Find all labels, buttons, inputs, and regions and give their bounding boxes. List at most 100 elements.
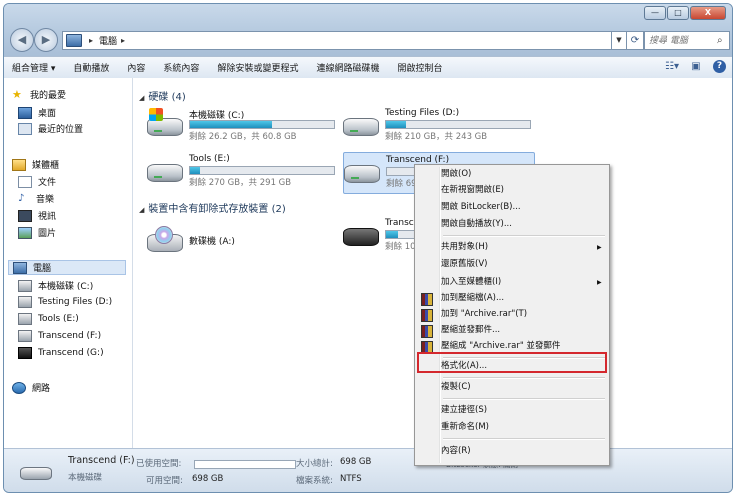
menu-item-rename[interactable]: 重新命名(M) [441,420,489,435]
collapse-arrow-icon[interactable]: ◢ [139,206,144,214]
forward-button[interactable]: ▶ [34,28,58,52]
menu-item-label: 壓縮成 "Archive.rar" 並發郵件 [441,341,561,351]
sidebar-item-recent[interactable]: 最近的位置 [18,122,83,135]
menu-item-restore-versions[interactable]: 還原舊版(V) [441,257,487,272]
menu-item-add-archive-rar[interactable]: 加到 "Archive.rar"(T) [441,307,527,322]
maximize-button[interactable]: □ [667,6,689,20]
search-icon[interactable]: ⌕ [717,35,723,46]
sidebar-item-drive-d[interactable]: Testing Files (D:) [18,296,112,308]
sidebar-item-label: 媒體櫃 [32,161,60,171]
sidebar-item-drive-f[interactable]: Transcend (F:) [18,330,101,342]
menu-item-label: 建立捷徑(S) [441,405,488,415]
view-options-icon[interactable]: ☷▾ [665,60,679,73]
menu-item-label: 開啟(O) [441,169,472,179]
sidebar-item-documents[interactable]: 文件 [18,175,56,188]
group-header-removable[interactable]: ◢ 裝置中含有卸除式存放裝置 (2) [139,200,286,215]
windows-logo-icon [149,108,163,121]
music-icon: ♪ [18,192,25,204]
sidebar-item-drive-g[interactable]: Transcend (G:) [18,347,104,359]
computer-icon [66,34,82,47]
menu-item-copy[interactable]: 複製(C) [441,380,471,395]
breadcrumb-arrow-icon[interactable]: ▸ [121,36,125,45]
sidebar-item-label: Testing Files (D:) [38,297,113,307]
window-chrome: — □ X ◀ ▶ ▸ 電腦 ▸ ▼ ⟳ ⌕ [4,4,732,56]
breadcrumb-computer[interactable]: 電腦 [99,34,117,47]
drive-e[interactable]: Tools (E:) 剩餘 270 GB，共 291 GB [147,154,337,194]
toolbar-right: ☷▾ ▣ ? [665,60,726,73]
menu-item-compress-email[interactable]: 壓縮並發郵件... [441,323,500,338]
menu-item-bitlocker[interactable]: 開啟 BitLocker(B)... [441,200,521,215]
menu-item-add-archive[interactable]: 加到壓縮檔(A)... [441,291,504,306]
preview-pane-icon[interactable]: ▣ [689,60,703,73]
usb-drive-icon [18,347,32,359]
search-input[interactable] [645,34,717,47]
group-header-hard-disks[interactable]: ◢ 硬碟 (4) [139,88,186,103]
minimize-button[interactable]: — [644,6,666,20]
drive-icon [18,296,32,308]
status-total-label: 大小總計: [296,459,333,469]
menu-item-create-shortcut[interactable]: 建立捷徑(S) [441,403,487,418]
dvd-drive-a[interactable]: 數碟機 (A:) [147,224,337,258]
sidebar-item-label: 我的最愛 [30,91,67,101]
help-icon[interactable]: ? [713,60,726,73]
close-button[interactable]: X [690,6,726,20]
sidebar-item-label: Transcend (G:) [38,348,104,358]
menu-item-open-new-window[interactable]: 在新視窗開啟(E) [441,183,504,198]
sidebar-item-network[interactable]: 網路 [12,381,50,394]
collapse-arrow-icon[interactable]: ◢ [139,94,144,102]
winrar-icon [421,293,433,306]
menu-item-autoplay[interactable]: 開啟自動播放(Y)... [441,217,512,232]
drive-icon [344,165,380,183]
drive-d[interactable]: Testing Files (D:) 剩餘 210 GB，共 243 GB [343,108,533,148]
drive-c[interactable]: 本機磁碟 (C:) 剩餘 26.2 GB，共 60.8 GB [147,108,337,148]
drive-icon [20,467,52,480]
sidebar-item-libraries[interactable]: 媒體櫃 [12,158,59,171]
menu-item-share-with[interactable]: 共用對象(H) ▶ [441,240,602,255]
toolbar-properties[interactable]: 內容 [127,61,145,74]
sidebar-item-music[interactable]: ♪ 音樂 [18,192,54,205]
toolbar-map-network-drive[interactable]: 連線網路磁碟機 [316,61,379,74]
address-bar[interactable]: ▸ 電腦 ▸ [62,31,612,50]
recent-places-icon [18,122,32,135]
drive-space-info: 剩餘 10 [385,242,416,252]
back-button[interactable]: ◀ [10,28,34,52]
sidebar-item-videos[interactable]: 視訊 [18,209,56,222]
command-bar: 組合管理 ▾ 自動播放 內容 系統內容 解除安裝或變更程式 連線網路磁碟機 開啟… [4,56,732,79]
drive-usage-bar [189,166,335,175]
sidebar-item-drive-e[interactable]: Tools (E:) [18,313,79,325]
status-fs-value: NTFS [340,474,362,484]
drive-name: Testing Files (D:) [385,108,460,118]
toolbar-organize[interactable]: 組合管理 ▾ [12,61,55,74]
search-box[interactable]: ⌕ [644,31,730,50]
desktop-icon [18,106,32,119]
menu-item-open[interactable]: 開啟(O) [441,167,471,182]
format-highlight-box [417,352,607,373]
window-controls: — □ X [644,6,726,20]
sidebar-item-favorites[interactable]: ★ 我的最愛 [12,88,67,102]
status-total-value: 698 GB [340,457,372,467]
status-free-value: 698 GB [192,474,224,484]
sidebar-item-pictures[interactable]: 圖片 [18,226,56,239]
address-dropdown-icon[interactable]: ▼ [611,31,627,50]
drive-usage-bar [385,120,531,129]
sidebar-item-computer[interactable]: 電腦 [8,260,126,275]
status-used-label: 已使用空間: [136,459,182,469]
network-icon [12,381,26,394]
documents-icon [18,175,32,188]
toolbar-system-properties[interactable]: 系統內容 [163,61,199,74]
breadcrumb-arrow-icon[interactable]: ▸ [89,36,93,45]
menu-item-label: 重新命名(M) [441,422,489,432]
menu-item-include-library[interactable]: 加入至媒體櫃(I) ▶ [441,275,602,290]
toolbar-autoplay[interactable]: 自動播放 [73,61,109,74]
menu-item-label: 還原舊版(V) [441,259,488,269]
drive-space-info: 剩餘 210 GB，共 243 GB [385,132,488,142]
sidebar-item-desktop[interactable]: 桌面 [18,106,56,119]
menu-item-label: 在新視窗開啟(E) [441,185,505,195]
drive-name: Tools (E:) [189,154,230,164]
sidebar-item-drive-c[interactable]: 本機磁碟 (C:) [18,279,93,292]
toolbar-control-panel[interactable]: 開啟控制台 [397,61,442,74]
toolbar-uninstall[interactable]: 解除安裝或變更程式 [217,61,298,74]
videos-icon [18,209,32,222]
menu-item-properties[interactable]: 內容(R) [441,444,471,459]
refresh-icon[interactable]: ⟳ [626,31,644,50]
